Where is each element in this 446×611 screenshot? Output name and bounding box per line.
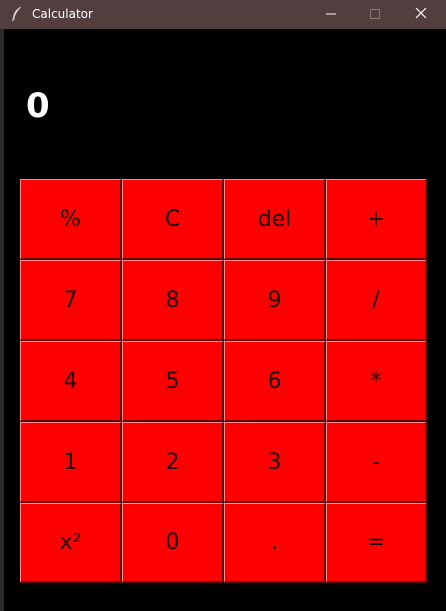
divide-button[interactable]: / xyxy=(326,260,427,341)
digit-2-button[interactable]: 2 xyxy=(122,422,224,503)
maximize-icon xyxy=(370,6,380,24)
minimize-icon xyxy=(326,6,336,24)
digit-1-button[interactable]: 1 xyxy=(20,422,122,503)
add-button[interactable]: + xyxy=(326,179,427,260)
equals-button[interactable]: = xyxy=(326,503,427,583)
maximize-button[interactable] xyxy=(352,0,398,29)
close-icon xyxy=(415,6,427,24)
digit-4-button[interactable]: 4 xyxy=(20,341,122,422)
square-button[interactable]: x² xyxy=(20,503,122,583)
minimize-button[interactable] xyxy=(308,0,354,29)
digit-9-button[interactable]: 9 xyxy=(224,260,326,341)
digit-8-button[interactable]: 8 xyxy=(122,260,224,341)
subtract-button[interactable]: - xyxy=(326,422,427,503)
close-button[interactable] xyxy=(398,0,444,29)
percent-button[interactable]: % xyxy=(20,179,122,260)
delete-button[interactable]: del xyxy=(224,179,326,260)
window-title: Calculator xyxy=(32,7,93,21)
window-border xyxy=(0,29,4,611)
digit-7-button[interactable]: 7 xyxy=(20,260,122,341)
feather-icon xyxy=(9,6,25,22)
digit-0-button[interactable]: 0 xyxy=(122,503,224,583)
keypad: % C del + 7 8 9 / 4 5 6 * 1 2 3 - x² 0 .… xyxy=(20,179,427,583)
digit-5-button[interactable]: 5 xyxy=(122,341,224,422)
decimal-button[interactable]: . xyxy=(224,503,326,583)
clear-button[interactable]: C xyxy=(122,179,224,260)
calculator-window: Calculator 0 % C del + 7 8 9 / 4 5 6 * 1… xyxy=(0,0,446,611)
digit-6-button[interactable]: 6 xyxy=(224,341,326,422)
title-bar[interactable]: Calculator xyxy=(0,0,446,29)
result-display: 0 xyxy=(26,86,50,126)
multiply-button[interactable]: * xyxy=(326,341,427,422)
digit-3-button[interactable]: 3 xyxy=(224,422,326,503)
